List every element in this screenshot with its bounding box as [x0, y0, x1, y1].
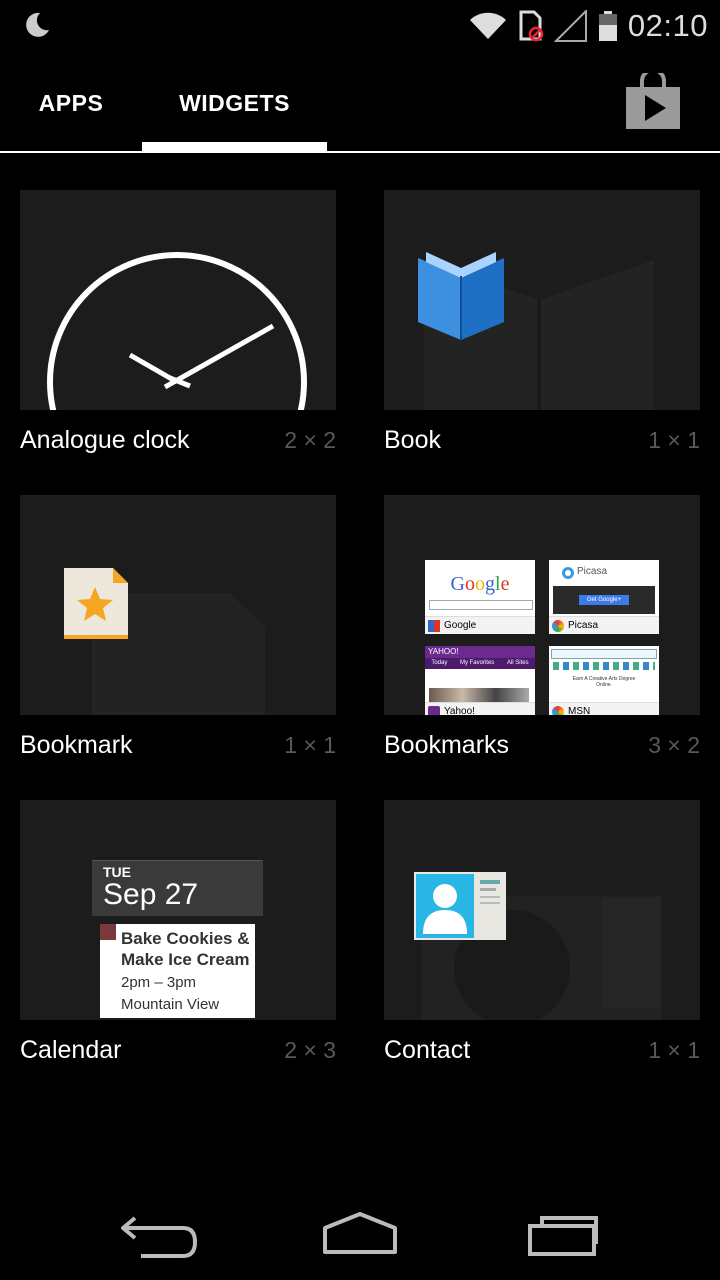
tab-widgets[interactable]: WIDGETS [142, 55, 327, 151]
play-books-icon [418, 252, 504, 340]
widget-name: Bookmarks [384, 731, 510, 759]
widget-size: 1 × 1 [284, 732, 336, 758]
widget-preview: Google Google Picasa Get Google+ Picasa [384, 495, 700, 715]
yahoo-tabs: Today My Favorites All Sites [425, 658, 535, 669]
wifi-icon [469, 12, 506, 39]
calendar-event-time: 2pm – 3pm [121, 974, 197, 991]
yahoo-tab: My Favorites [459, 660, 495, 666]
bookmark-label-yahoo: Yahoo! [444, 706, 475, 715]
widget-preview [384, 800, 700, 1020]
calendar-event-title-line: Bake Cookies & [121, 929, 250, 948]
yahoo-header: YAHOO! [425, 646, 535, 658]
widget-name: Contact [384, 1036, 471, 1064]
widget-size: 3 × 2 [648, 732, 700, 758]
tab-bar: APPS WIDGETS [0, 55, 720, 155]
calendar-header: TUE Sep 27 [92, 860, 263, 916]
calendar-color-swatch [100, 924, 116, 940]
tab-divider [0, 151, 720, 153]
widget-analogue-clock[interactable]: Analogue clock 2 × 2 [20, 190, 336, 460]
widget-preview [20, 495, 336, 715]
contact-card-icon [414, 872, 506, 940]
widget-size: 1 × 1 [648, 427, 700, 453]
moon-icon [26, 12, 49, 37]
msn-icons-row [553, 662, 655, 670]
thumb-footer: Yahoo! [425, 702, 535, 715]
play-store-icon[interactable] [622, 73, 684, 129]
picasa-logo-icon [562, 567, 574, 579]
bookmark-star-icon [64, 568, 128, 639]
widget-size: 1 × 1 [648, 1037, 700, 1063]
widget-bookmark[interactable]: Bookmark 1 × 1 [20, 495, 336, 765]
bookmark-label-picasa: Picasa [568, 620, 599, 631]
yahoo-tab: All Sites [506, 660, 529, 666]
recents-icon[interactable] [508, 1204, 618, 1264]
svg-text:Google: Google [451, 573, 510, 595]
widget-calendar[interactable]: TUE Sep 27 Bake Cookies & Make Ice Cream… [20, 800, 336, 1070]
navigation-bar [0, 1184, 720, 1280]
thumb-footer: MSN [549, 702, 659, 715]
yahoo-photo [429, 688, 529, 702]
status-time: 02:10 [627, 8, 708, 43]
battery-icon [598, 11, 617, 41]
google-search-box [429, 600, 533, 610]
yahoo-header-logo: YAHOO! [428, 647, 459, 656]
yahoo-tab: Today [431, 660, 448, 666]
signal-icon [553, 10, 587, 42]
tab-apps[interactable]: APPS [0, 55, 142, 151]
widget-name: Calendar [20, 1036, 122, 1064]
thumb-footer: Google [425, 616, 535, 634]
calendar-date: Sep 27 [103, 878, 199, 911]
home-icon[interactable] [305, 1204, 415, 1264]
sim-card-no-service-icon [519, 10, 544, 42]
bookmark-thumb-google: Google Google [425, 560, 535, 634]
status-bar: 02:10 [0, 0, 720, 50]
back-icon[interactable] [105, 1204, 215, 1264]
calendar-event-card: Bake Cookies & Make Ice Cream 2pm – 3pm … [100, 924, 255, 1018]
bookmark-thumb-picasa: Picasa Get Google+ Picasa [549, 560, 659, 634]
widget-name: Bookmark [20, 731, 133, 759]
thumb-footer: Picasa [549, 616, 659, 634]
calendar-event-title-line: Make Ice Cream [121, 950, 250, 969]
bookmark-thumb-msn: Earn A Creative Arts Degree Online. MSN [549, 646, 659, 715]
widget-preview [20, 190, 336, 410]
bookmark-thumb-yahoo: YAHOO! Today My Favorites All Sites Yaho… [425, 646, 535, 715]
picasa-banner: Get Google+ [553, 586, 655, 614]
msn-ad-text: Earn A Creative Arts Degree Online. [572, 676, 636, 688]
bookmark-label-msn: MSN [568, 706, 591, 715]
msn-favicon [552, 705, 564, 715]
analogue-clock-icon [47, 252, 307, 410]
widget-bookmarks[interactable]: Google Google Picasa Get Google+ Picasa [384, 495, 700, 765]
picasa-join-button: Get Google+ [579, 595, 629, 605]
picasa-favicon [552, 619, 564, 632]
widget-size: 2 × 2 [284, 427, 336, 453]
widget-size: 2 × 3 [284, 1037, 336, 1063]
widget-name: Analogue clock [20, 426, 190, 454]
widget-contact[interactable]: Contact 1 × 1 [384, 800, 700, 1070]
calendar-event-location: Mountain View [121, 996, 220, 1013]
msn-header [551, 649, 657, 659]
yahoo-favicon [428, 705, 440, 715]
calendar-event-title: Bake Cookies & Make Ice Cream [121, 928, 250, 970]
widget-name: Book [384, 426, 441, 454]
widget-preview [384, 190, 700, 410]
widget-book[interactable]: Book 1 × 1 [384, 190, 700, 460]
google-favicon [428, 619, 440, 632]
picasa-title: Picasa [577, 566, 608, 577]
google-logo-icon: Google [451, 573, 510, 595]
widget-preview: TUE Sep 27 Bake Cookies & Make Ice Cream… [20, 800, 336, 1020]
bookmark-label-google: Google [444, 620, 477, 631]
